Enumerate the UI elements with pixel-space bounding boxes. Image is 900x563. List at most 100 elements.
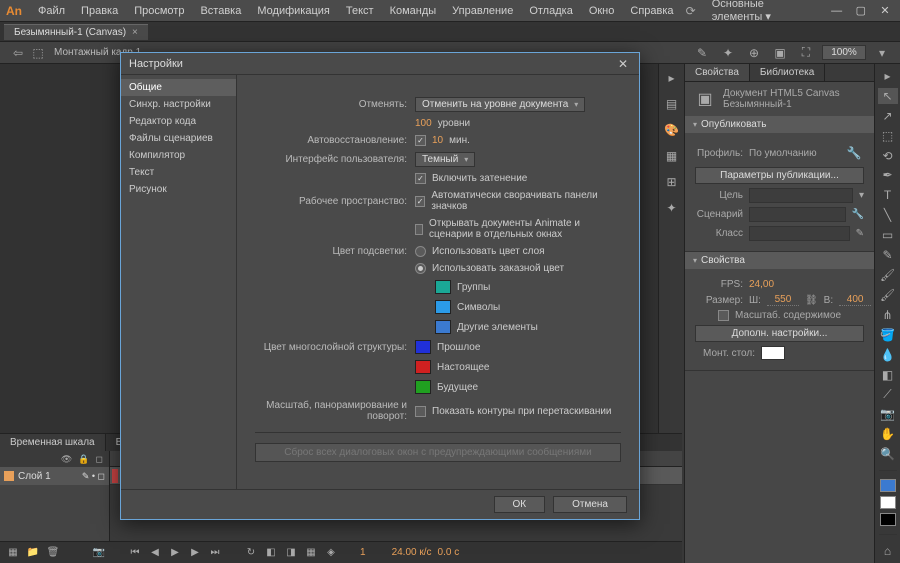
eraser-tool-icon[interactable]: ◧ (878, 367, 898, 383)
sidebar-item-general[interactable]: Общие (121, 79, 236, 96)
camera-tool-icon[interactable]: 📷 (878, 406, 898, 422)
fps-value[interactable]: 24,00 (749, 279, 774, 290)
link-icon[interactable]: ⛓ (805, 295, 818, 306)
prev-frame-icon[interactable]: ◀ (148, 546, 162, 560)
menu-debug[interactable]: Отладка (521, 3, 580, 19)
subselection-tool-icon[interactable]: ↗ (878, 108, 898, 124)
show-outlines-checkbox[interactable] (415, 406, 426, 417)
snap-icon[interactable]: ⌂ (878, 543, 898, 559)
marker-icon[interactable]: ◈ (324, 546, 338, 560)
selection-tool-icon[interactable]: ↖ (878, 88, 898, 104)
sidebar-item-compiler[interactable]: Компилятор (121, 147, 236, 164)
text-tool-icon[interactable]: T (878, 187, 898, 203)
ui-theme-select[interactable]: Темный▾ (415, 152, 475, 167)
other-color-chip[interactable] (435, 320, 451, 334)
next-frame-icon[interactable]: ▶ (188, 546, 202, 560)
chevron-down-icon[interactable]: ▾ (872, 43, 892, 63)
symbol-icon[interactable]: ✦ (718, 43, 738, 63)
menu-insert[interactable]: Вставка (192, 3, 249, 19)
advanced-settings-button[interactable]: Дополн. настройки... (695, 325, 864, 342)
pencil-icon[interactable]: ✎ (856, 228, 864, 239)
wrench-icon[interactable]: 🔧 (844, 143, 864, 163)
tab-properties[interactable]: Свойства (685, 64, 750, 81)
delete-layer-icon[interactable]: 🗑 (46, 546, 60, 560)
width-input[interactable] (767, 294, 799, 306)
menu-view[interactable]: Просмотр (126, 3, 192, 19)
clip-icon[interactable]: ▣ (770, 43, 790, 63)
sync-icon[interactable]: ⟳ (682, 1, 700, 21)
tab-library[interactable]: Библиотека (750, 64, 825, 81)
edit-multi-icon[interactable]: ▦ (304, 546, 318, 560)
menu-edit[interactable]: Правка (73, 3, 126, 19)
open-separate-checkbox[interactable] (415, 224, 423, 235)
scale-content-checkbox[interactable] (718, 310, 729, 321)
components-panel-icon[interactable]: ✦ (662, 198, 682, 218)
camera-icon[interactable]: 📷 (92, 546, 106, 560)
script-field[interactable] (749, 207, 846, 222)
onion-icon[interactable]: ◧ (264, 546, 278, 560)
class-field[interactable] (749, 226, 850, 241)
zoom-input[interactable]: 100% (822, 45, 866, 60)
close-icon[interactable]: × (132, 27, 138, 38)
dialog-titlebar[interactable]: Настройки ✕ (121, 53, 639, 75)
lasso-tool-icon[interactable]: ⟲ (878, 148, 898, 164)
sidebar-item-script-files[interactable]: Файлы сценариев (121, 130, 236, 147)
window-minimize-icon[interactable]: — (828, 3, 846, 19)
groups-color-chip[interactable] (435, 280, 451, 294)
section-publish-header[interactable]: Опубликовать (685, 116, 874, 133)
color-panel-icon[interactable]: 🎨 (662, 120, 682, 140)
bone-tool-icon[interactable]: ⋔ (878, 307, 898, 323)
use-layer-color-radio[interactable] (415, 246, 426, 257)
black-white-swatch[interactable] (880, 513, 896, 526)
menu-modify[interactable]: Модификация (249, 3, 338, 19)
section-props-header[interactable]: Свойства (685, 252, 874, 269)
transform-panel-icon[interactable]: ⊞ (662, 172, 682, 192)
publish-params-button[interactable]: Параметры публикации... (695, 167, 864, 184)
sidebar-item-code-editor[interactable]: Редактор кода (121, 113, 236, 130)
play-icon[interactable]: ▶ (168, 546, 182, 560)
menu-text[interactable]: Текст (338, 3, 382, 19)
pen-tool-icon[interactable]: ✒ (878, 168, 898, 184)
last-frame-icon[interactable]: ⏭ (208, 546, 222, 560)
window-close-icon[interactable]: ✕ (876, 3, 894, 19)
first-frame-icon[interactable]: ⏮ (128, 546, 142, 560)
current-frame[interactable]: 1 (360, 547, 366, 558)
doc-tab-1[interactable]: Безымянный-1 (Canvas) × (4, 24, 148, 40)
ok-button[interactable]: ОК (494, 496, 546, 513)
loop-icon[interactable]: ↻ (244, 546, 258, 560)
workspace-selector[interactable]: Основные элементы ▾ (706, 0, 822, 25)
present-color-chip[interactable] (415, 360, 431, 374)
dialog-close-icon[interactable]: ✕ (615, 56, 631, 72)
free-transform-tool-icon[interactable]: ⬚ (878, 128, 898, 144)
symbols-color-chip[interactable] (435, 300, 451, 314)
stroke-color-swatch[interactable] (880, 479, 896, 492)
target-field[interactable] (749, 188, 853, 203)
swatches-panel-icon[interactable]: ▦ (662, 146, 682, 166)
menu-help[interactable]: Справка (622, 3, 681, 19)
fill-color-swatch[interactable] (880, 496, 896, 509)
use-custom-color-radio[interactable] (415, 263, 426, 274)
layer-row-1[interactable]: Слой 1 ✎ • ◻ (0, 467, 109, 485)
reset-warnings-button[interactable]: Сброс всех диалоговых окон с предупрежда… (255, 443, 621, 462)
edit-scene-icon[interactable]: ✎ (692, 43, 712, 63)
tab-timeline[interactable]: Временная шкала (0, 434, 106, 451)
menu-control[interactable]: Управление (444, 3, 521, 19)
wrench-icon[interactable]: 🔧 (852, 209, 864, 220)
sidebar-item-text[interactable]: Текст (121, 164, 236, 181)
center-icon[interactable]: ⊕ (744, 43, 764, 63)
undo-levels-value[interactable]: 100 (415, 118, 432, 129)
onion-outline-icon[interactable]: ◨ (284, 546, 298, 560)
undo-level-select[interactable]: Отменить на уровне документа▾ (415, 97, 585, 112)
menu-commands[interactable]: Команды (382, 3, 445, 19)
past-color-chip[interactable] (415, 340, 431, 354)
stage-color-picker[interactable] (761, 346, 785, 360)
auto-collapse-checkbox[interactable] (415, 196, 425, 207)
brush-tool-icon[interactable]: 🖌 (878, 267, 898, 283)
pencil-tool-icon[interactable]: ✎ (878, 247, 898, 263)
expand-icon[interactable]: ▸ (878, 68, 898, 84)
menu-file[interactable]: Файл (30, 3, 73, 19)
line-tool-icon[interactable]: ╲ (878, 207, 898, 223)
eye-icon[interactable]: 👁 (61, 454, 72, 465)
new-layer-icon[interactable]: ▦ (6, 546, 20, 560)
sidebar-item-drawing[interactable]: Рисунок (121, 181, 236, 198)
